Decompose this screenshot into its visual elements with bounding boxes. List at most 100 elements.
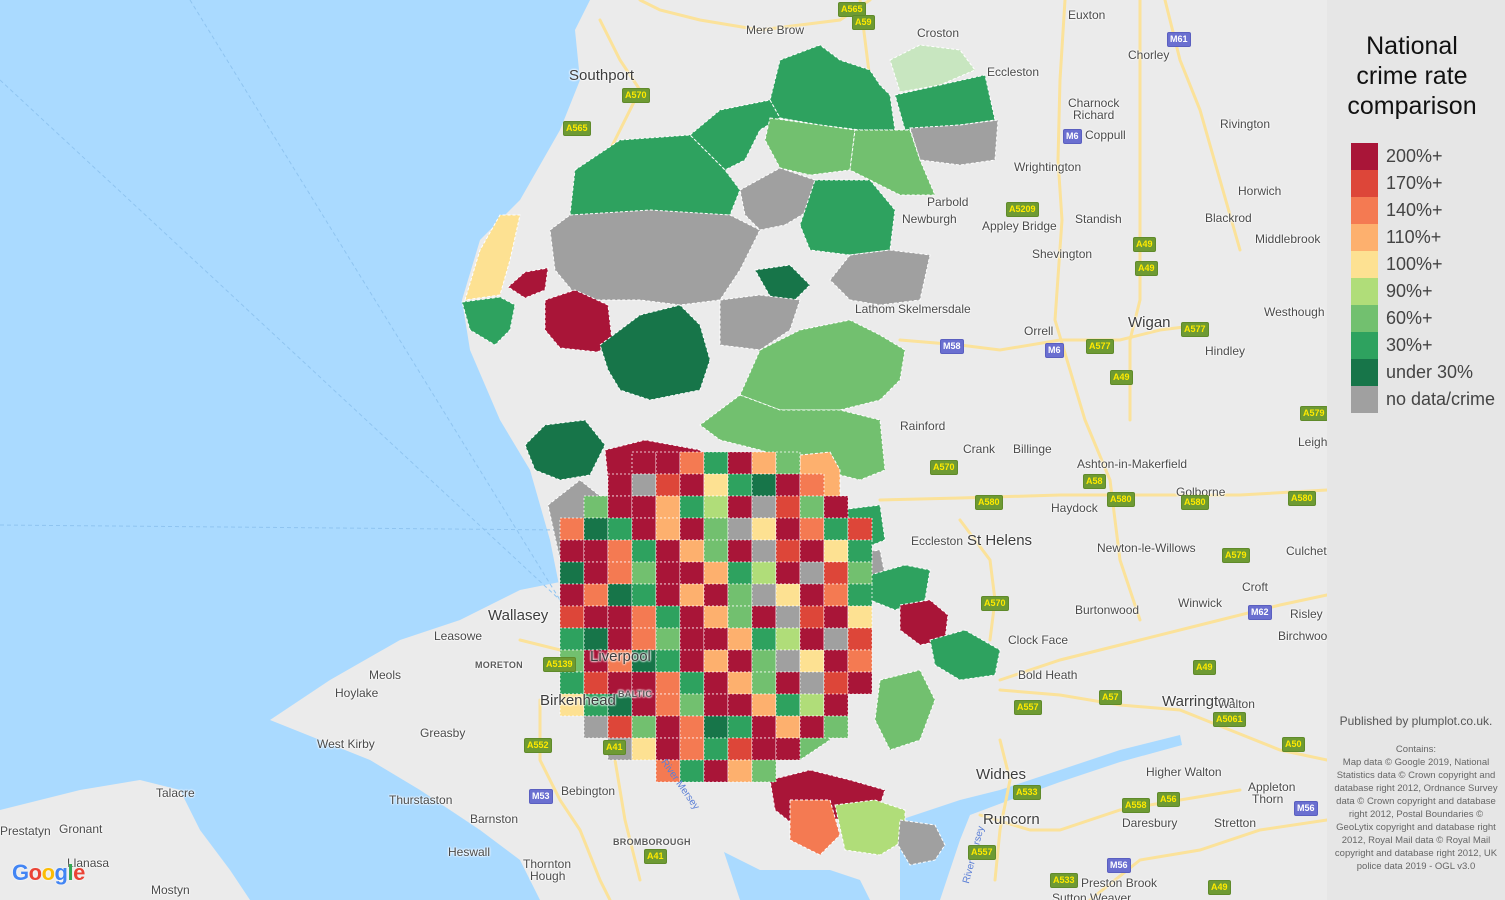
region-urban-cell <box>703 759 729 783</box>
road-shield: A49 <box>1135 261 1158 276</box>
place-label: Horwich <box>1238 184 1282 198</box>
place-label: Liverpool <box>590 648 651 665</box>
region-urban-cell <box>703 495 729 519</box>
road-shield: A533 <box>1013 785 1041 800</box>
region-urban-cell <box>703 473 729 497</box>
region-urban-cell <box>679 539 705 563</box>
legend-item: under 30% <box>1351 359 1495 386</box>
region-urban-cell <box>679 517 705 541</box>
region-urban-cell <box>655 627 681 651</box>
road-shield: M6 <box>1045 343 1064 358</box>
legend-item: no data/crime <box>1351 386 1495 413</box>
road-shield: A49 <box>1133 237 1156 252</box>
legend-label: 60%+ <box>1386 308 1433 328</box>
region-urban-cell <box>703 693 729 717</box>
place-label: Southport <box>569 67 635 84</box>
region-urban-cell <box>727 759 753 783</box>
place-label: Eccleston <box>987 65 1040 79</box>
legend-swatch <box>1351 170 1378 197</box>
road-shield: A580 <box>1181 495 1209 510</box>
place-label: Hoylake <box>335 686 379 700</box>
region-urban-cell <box>847 627 873 651</box>
place-label: BROMBOROUGH <box>613 837 691 847</box>
region-urban-cell <box>775 451 801 475</box>
road-shield: A5209 <box>1006 202 1039 217</box>
region-urban-cell <box>847 671 873 695</box>
region-urban-cell <box>559 627 585 651</box>
region-urban-cell <box>631 715 657 739</box>
region-urban-cell <box>703 561 729 585</box>
road-shield: A570 <box>930 460 958 475</box>
region-urban-cell <box>775 473 801 497</box>
region-urban-cell <box>751 649 777 673</box>
region-urban-cell <box>799 605 825 629</box>
road-shield: A50 <box>1282 737 1305 752</box>
place-label: Walton <box>1218 697 1255 711</box>
region-urban-cell <box>775 539 801 563</box>
region-urban-cell <box>703 649 729 673</box>
region-urban-cell <box>559 605 585 629</box>
road-shield: A565 <box>563 121 591 136</box>
region-urban-cell <box>703 583 729 607</box>
road-shield: M56 <box>1294 801 1318 816</box>
region-urban-cell <box>727 517 753 541</box>
place-label: Mere Brow <box>746 23 805 37</box>
road-shield: A580 <box>975 495 1003 510</box>
road-shield: A58 <box>1083 474 1106 489</box>
region-urban-cell <box>559 517 585 541</box>
region-urban-cell <box>655 649 681 673</box>
place-label: Birkenhead <box>540 692 616 709</box>
region-urban-cell <box>847 561 873 585</box>
region-urban-cell <box>655 539 681 563</box>
region-urban-cell <box>655 583 681 607</box>
place-label: Skelmersdale <box>898 302 971 316</box>
place-label: Hough <box>530 869 566 883</box>
region-urban-cell <box>799 715 825 739</box>
place-label: Greasby <box>420 726 466 740</box>
region-urban-cell <box>655 451 681 475</box>
legend-item: 30%+ <box>1351 332 1495 359</box>
region-urban-cell <box>775 737 801 761</box>
region-urban-cell <box>847 649 873 673</box>
legend-label: 90%+ <box>1386 281 1433 301</box>
region-urban-cell <box>823 649 849 673</box>
region-urban-cell <box>823 715 849 739</box>
region-urban-cell <box>703 539 729 563</box>
road-shield: A580 <box>1288 491 1316 506</box>
region-urban-cell <box>823 605 849 629</box>
road-shield: M56 <box>1107 858 1131 873</box>
region-urban-cell <box>655 605 681 629</box>
shipping-lane <box>0 524 561 531</box>
place-label: West Kirby <box>317 737 375 751</box>
choropleth-map[interactable]: Southport Mere Brow Croston Euxton Chorley Ec… <box>0 0 1327 900</box>
region-urban-cell <box>631 583 657 607</box>
place-label: Burtonwood <box>1075 603 1140 617</box>
place-label: Richard <box>1073 108 1115 122</box>
region-urban-cell <box>583 583 609 607</box>
region-urban-cell <box>679 451 705 475</box>
region-urban-cell <box>631 473 657 497</box>
region-urban-cell <box>583 539 609 563</box>
legend-label: 200%+ <box>1386 146 1443 166</box>
region-urban-cell <box>583 605 609 629</box>
place-label: Crank <box>963 442 996 456</box>
legend-swatch <box>1351 197 1378 224</box>
region-urban-cell <box>559 671 585 695</box>
region-urban-cell <box>727 451 753 475</box>
region-urban-cell <box>703 517 729 541</box>
legend-swatch <box>1351 251 1378 278</box>
place-label: Newburgh <box>902 212 957 226</box>
road-shield: A57 <box>1099 690 1122 705</box>
road-shield: A579 <box>1300 406 1327 421</box>
legend-panel: National crime rate comparison 200%+ 170%… <box>1327 0 1505 900</box>
region-urban-cell <box>823 517 849 541</box>
region-urban-cell <box>751 715 777 739</box>
region-urban-cell <box>775 583 801 607</box>
legend-item: 170%+ <box>1351 170 1495 197</box>
road-shield: A570 <box>981 596 1009 611</box>
credits-heading: Contains: <box>1395 744 1437 755</box>
region-urban-cell <box>727 495 753 519</box>
place-label: Billinge <box>1013 442 1052 456</box>
road-shield: M61 <box>1167 32 1191 47</box>
region-urban-cell <box>823 539 849 563</box>
